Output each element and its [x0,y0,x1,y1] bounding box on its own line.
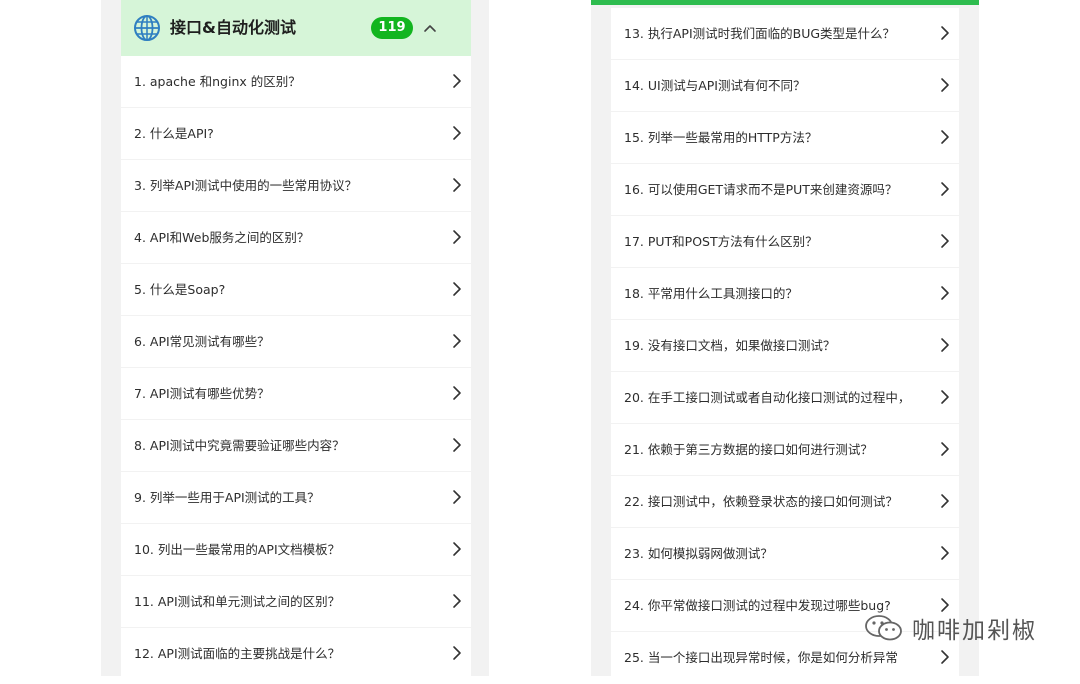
question-label: 19. 没有接口文档，如果做接口测试？ [624,338,836,353]
chevron-right-icon [453,230,461,244]
chevron-right-icon [453,386,461,400]
wechat-icon [865,615,902,641]
question-item[interactable]: 1. apache 和nginx 的区别？ [121,56,471,107]
watermark-text: 咖啡加剁椒 [912,618,1037,644]
chevron-right-icon [941,546,949,560]
question-label: 5. 什么是Soap? [134,282,226,297]
question-item[interactable]: 7. API测试有哪些优势？ [121,368,471,419]
question-label: 24. 你平常做接口测试的过程中发现过哪些bug? [624,598,891,613]
question-item[interactable]: 20. 在手工接口测试或者自动化接口测试的过程中， [611,372,959,423]
chevron-right-icon [941,390,949,404]
question-item[interactable]: 5. 什么是Soap? [121,264,471,315]
question-label: 17. PUT和POST方法有什么区别？ [624,234,818,249]
chevron-right-icon [453,126,461,140]
question-item[interactable]: 14. UI测试与API测试有何不同？ [611,60,959,111]
question-item[interactable]: 22. 接口测试中，依赖登录状态的接口如何测试？ [611,476,959,527]
question-item[interactable]: 13. 执行API测试时我们面临的BUG类型是什么？ [611,8,959,59]
question-item[interactable]: 3. 列举API测试中使用的一些常用协议？ [121,160,471,211]
question-label: 18. 平常用什么工具测接口的？ [624,286,798,301]
question-count-badge: 119 [371,17,413,39]
chevron-right-icon [453,178,461,192]
question-item[interactable]: 10. 列出一些最常用的API文档模板？ [121,524,471,575]
question-label: 9. 列举一些用于API测试的工具？ [134,490,320,505]
question-label: 12. API测试面临的主要挑战是什么？ [134,646,341,661]
question-label: 23. 如何模拟弱网做测试？ [624,546,773,561]
question-label: 8. API测试中究竟需要验证哪些内容？ [134,438,345,453]
question-label: 20. 在手工接口测试或者自动化接口测试的过程中， [624,390,911,405]
question-label: 6. API常见测试有哪些？ [134,334,270,349]
chevron-right-icon [941,234,949,248]
question-item[interactable]: 9. 列举一些用于API测试的工具？ [121,472,471,523]
chevron-right-icon [453,282,461,296]
chevron-right-icon [941,442,949,456]
question-label: 22. 接口测试中，依赖登录状态的接口如何测试？ [624,494,898,509]
question-item[interactable]: 2. 什么是API? [121,108,471,159]
question-list: 1. apache 和nginx 的区别？ 2. 什么是API? 3. 列举AP… [121,56,471,680]
chevron-right-icon [453,438,461,452]
chevron-right-icon [453,334,461,348]
question-item[interactable]: 8. API测试中究竟需要验证哪些内容？ [121,420,471,471]
category-header[interactable]: 接口&自动化测试 119 [121,0,471,56]
chevron-right-icon [941,338,949,352]
category-title: 接口&自动化测试 [170,18,296,37]
question-item[interactable]: 16. 可以使用GET请求而不是PUT来创建资源吗？ [611,164,959,215]
question-label: 1. apache 和nginx 的区别？ [134,74,301,89]
question-item[interactable]: 15. 列举一些最常用的HTTP方法？ [611,112,959,163]
chevron-right-icon [941,130,949,144]
chevron-right-icon [453,646,461,660]
question-item[interactable]: 18. 平常用什么工具测接口的？ [611,268,959,319]
question-label: 10. 列出一些最常用的API文档模板？ [134,542,341,557]
question-label: 16. 可以使用GET请求而不是PUT来创建资源吗？ [624,182,898,197]
question-label: 15. 列举一些最常用的HTTP方法？ [624,130,818,145]
globe-icon [134,15,160,41]
question-label: 2. 什么是API? [134,126,214,141]
question-item[interactable]: 17. PUT和POST方法有什么区别？ [611,216,959,267]
question-list: 13. 执行API测试时我们面临的BUG类型是什么？ 14. UI测试与API测… [611,8,959,684]
question-label: 3. 列举API测试中使用的一些常用协议？ [134,178,358,193]
question-item[interactable]: 6. API常见测试有哪些？ [121,316,471,367]
question-item[interactable]: 19. 没有接口文档，如果做接口测试？ [611,320,959,371]
chevron-right-icon [941,182,949,196]
question-item[interactable]: 4. API和Web服务之间的区别？ [121,212,471,263]
chevron-right-icon [453,74,461,88]
question-label: 25. 当一个接口出现异常时候，你是如何分析异常 [624,650,898,665]
chevron-right-icon [453,542,461,556]
chevron-up-icon[interactable] [421,17,439,39]
question-item[interactable]: 23. 如何模拟弱网做测试？ [611,528,959,579]
left-question-panel: 接口&自动化测试 119 1. apache 和nginx 的区别？ 2. 什么… [101,0,489,679]
chevron-right-icon [941,494,949,508]
question-item[interactable]: 21. 依赖于第三方数据的接口如何进行测试？ [611,424,959,475]
question-label: 7. API测试有哪些优势？ [134,386,270,401]
chevron-right-icon [941,286,949,300]
question-label: 14. UI测试与API测试有何不同？ [624,78,806,93]
question-label: 4. API和Web服务之间的区别？ [134,230,310,245]
chevron-right-icon [453,594,461,608]
question-label: 13. 执行API测试时我们面临的BUG类型是什么？ [624,26,896,41]
right-question-panel: 13. 执行API测试时我们面临的BUG类型是什么？ 14. UI测试与API测… [591,0,979,683]
chevron-right-icon [941,26,949,40]
watermark: 咖啡加剁椒 [862,610,1037,646]
chevron-right-icon [453,490,461,504]
accent-bar [591,0,979,5]
question-label: 11. API测试和单元测试之间的区别？ [134,594,341,609]
chevron-right-icon [941,78,949,92]
chevron-right-icon [941,650,949,664]
question-item[interactable]: 12. API测试面临的主要挑战是什么？ [121,628,471,679]
question-item[interactable]: 11. API测试和单元测试之间的区别？ [121,576,471,627]
question-label: 21. 依赖于第三方数据的接口如何进行测试？ [624,442,873,457]
